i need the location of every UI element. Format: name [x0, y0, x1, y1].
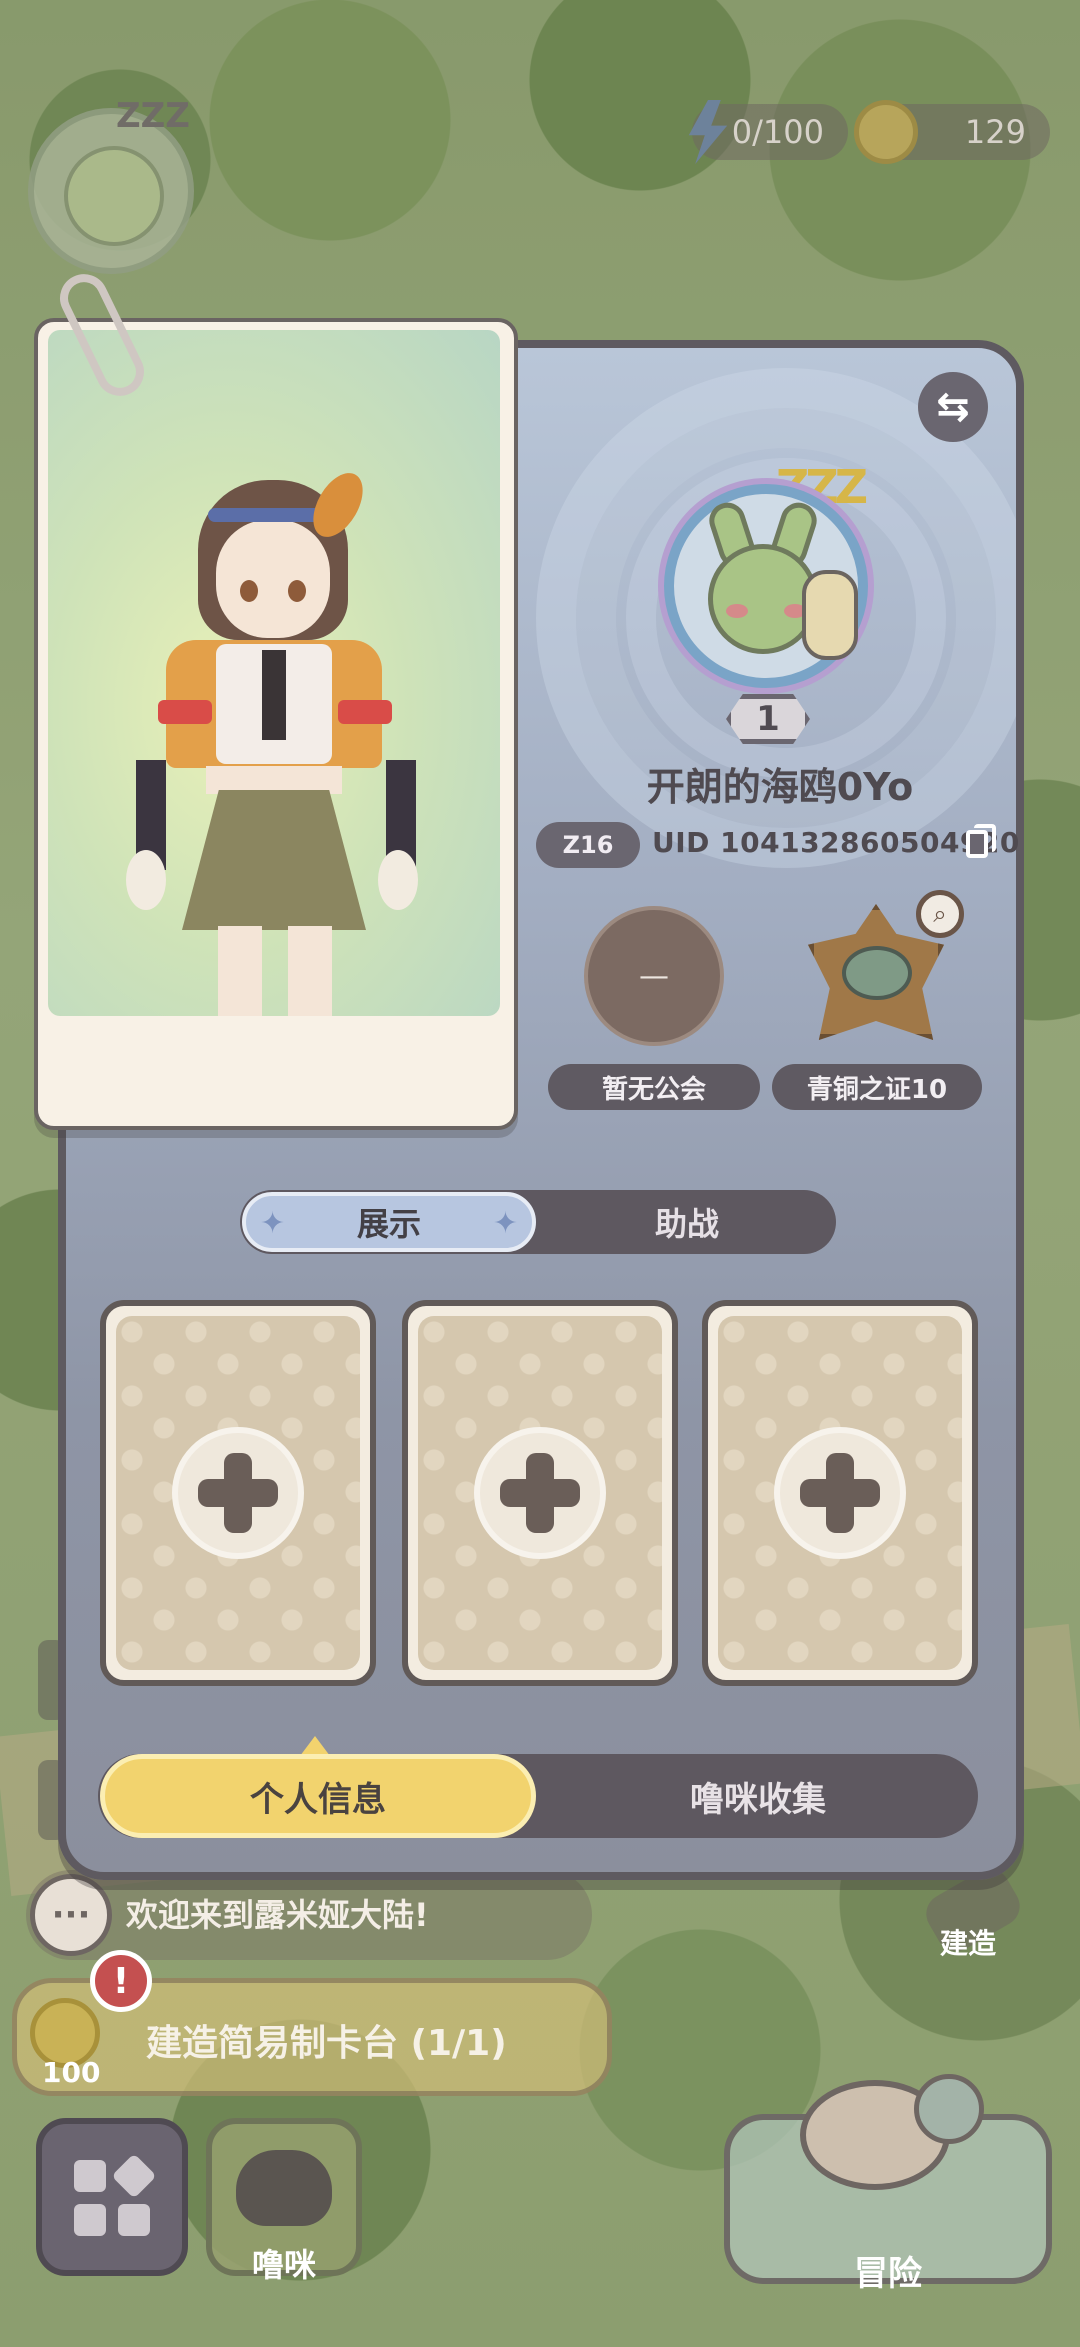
tab-pet-collection[interactable]: 噜咪收集	[540, 1754, 976, 1838]
character-eye	[240, 580, 258, 602]
pet-label: 噜咪	[251, 2246, 316, 2284]
card-slot-2[interactable]	[402, 1300, 678, 1686]
character-glove	[126, 850, 166, 910]
copy-icon[interactable]	[966, 824, 996, 858]
card-slot-3[interactable]	[702, 1300, 978, 1686]
grid-menu-icon	[74, 2153, 157, 2236]
chat-bubble-icon[interactable]: ···	[30, 1874, 112, 1956]
character-leg	[218, 926, 262, 1016]
character-skirt	[182, 790, 366, 930]
server-tag: Z16	[536, 822, 640, 868]
character-waist	[206, 766, 342, 794]
level-badge: 1	[726, 694, 810, 744]
cheek	[726, 604, 748, 618]
pet-icon	[236, 2150, 332, 2226]
player-name: 开朗的海鸥0Yo	[646, 765, 914, 809]
tab-display-label: 展示	[356, 1205, 421, 1243]
character-cuff	[338, 700, 392, 724]
card-slot-1[interactable]	[100, 1300, 376, 1686]
swap-icon[interactable]: ⇆	[918, 372, 988, 442]
character-tie	[262, 650, 286, 740]
chat-message: 欢迎来到露米娅大陆!	[126, 1896, 429, 1934]
character-leg	[288, 926, 332, 1016]
tab-pet-collection-label: 噜咪收集	[690, 1779, 826, 1820]
timer-icon	[914, 2074, 984, 2144]
tab-assist-label: 助战	[654, 1205, 719, 1243]
plus-icon[interactable]	[474, 1427, 606, 1559]
profile-avatar[interactable]	[664, 484, 868, 688]
tab-personal-info[interactable]: 个人信息	[100, 1754, 536, 1838]
build-label: 建造	[940, 1927, 997, 1960]
uid-label: UID 104132860504920	[652, 826, 1020, 859]
character-eye	[288, 580, 306, 602]
magnifier-icon[interactable]: ⌕	[916, 890, 964, 938]
guild-label: 暂无公会	[548, 1064, 760, 1110]
quest-reward: 100	[42, 2056, 101, 2089]
guild-emblem[interactable]: —	[584, 906, 724, 1046]
adventure-label: 冒险	[854, 2254, 922, 2294]
badge-creature-icon	[842, 946, 912, 1000]
guild-placeholder: —	[639, 958, 669, 994]
sparkle-icon: ✦	[260, 1206, 286, 1241]
tab-personal-info-label: 个人信息	[250, 1779, 386, 1820]
tab-display[interactable]: ✦ 展示 ✦	[242, 1192, 536, 1252]
alert-icon: !	[90, 1950, 152, 2012]
sparkle-icon: ✦	[492, 1206, 518, 1241]
plus-icon[interactable]	[774, 1427, 906, 1559]
companion-figure	[802, 570, 858, 660]
character-face	[216, 520, 330, 638]
badge-label: 青铜之证10	[772, 1064, 982, 1110]
tab-assist[interactable]: 助战	[540, 1192, 834, 1252]
character-glove	[378, 850, 418, 910]
character-cuff	[158, 700, 212, 724]
quest-text: 建造简易制卡台 (1/1)	[146, 2023, 507, 2064]
character-portrait	[48, 330, 500, 1016]
plus-icon[interactable]	[172, 1427, 304, 1559]
